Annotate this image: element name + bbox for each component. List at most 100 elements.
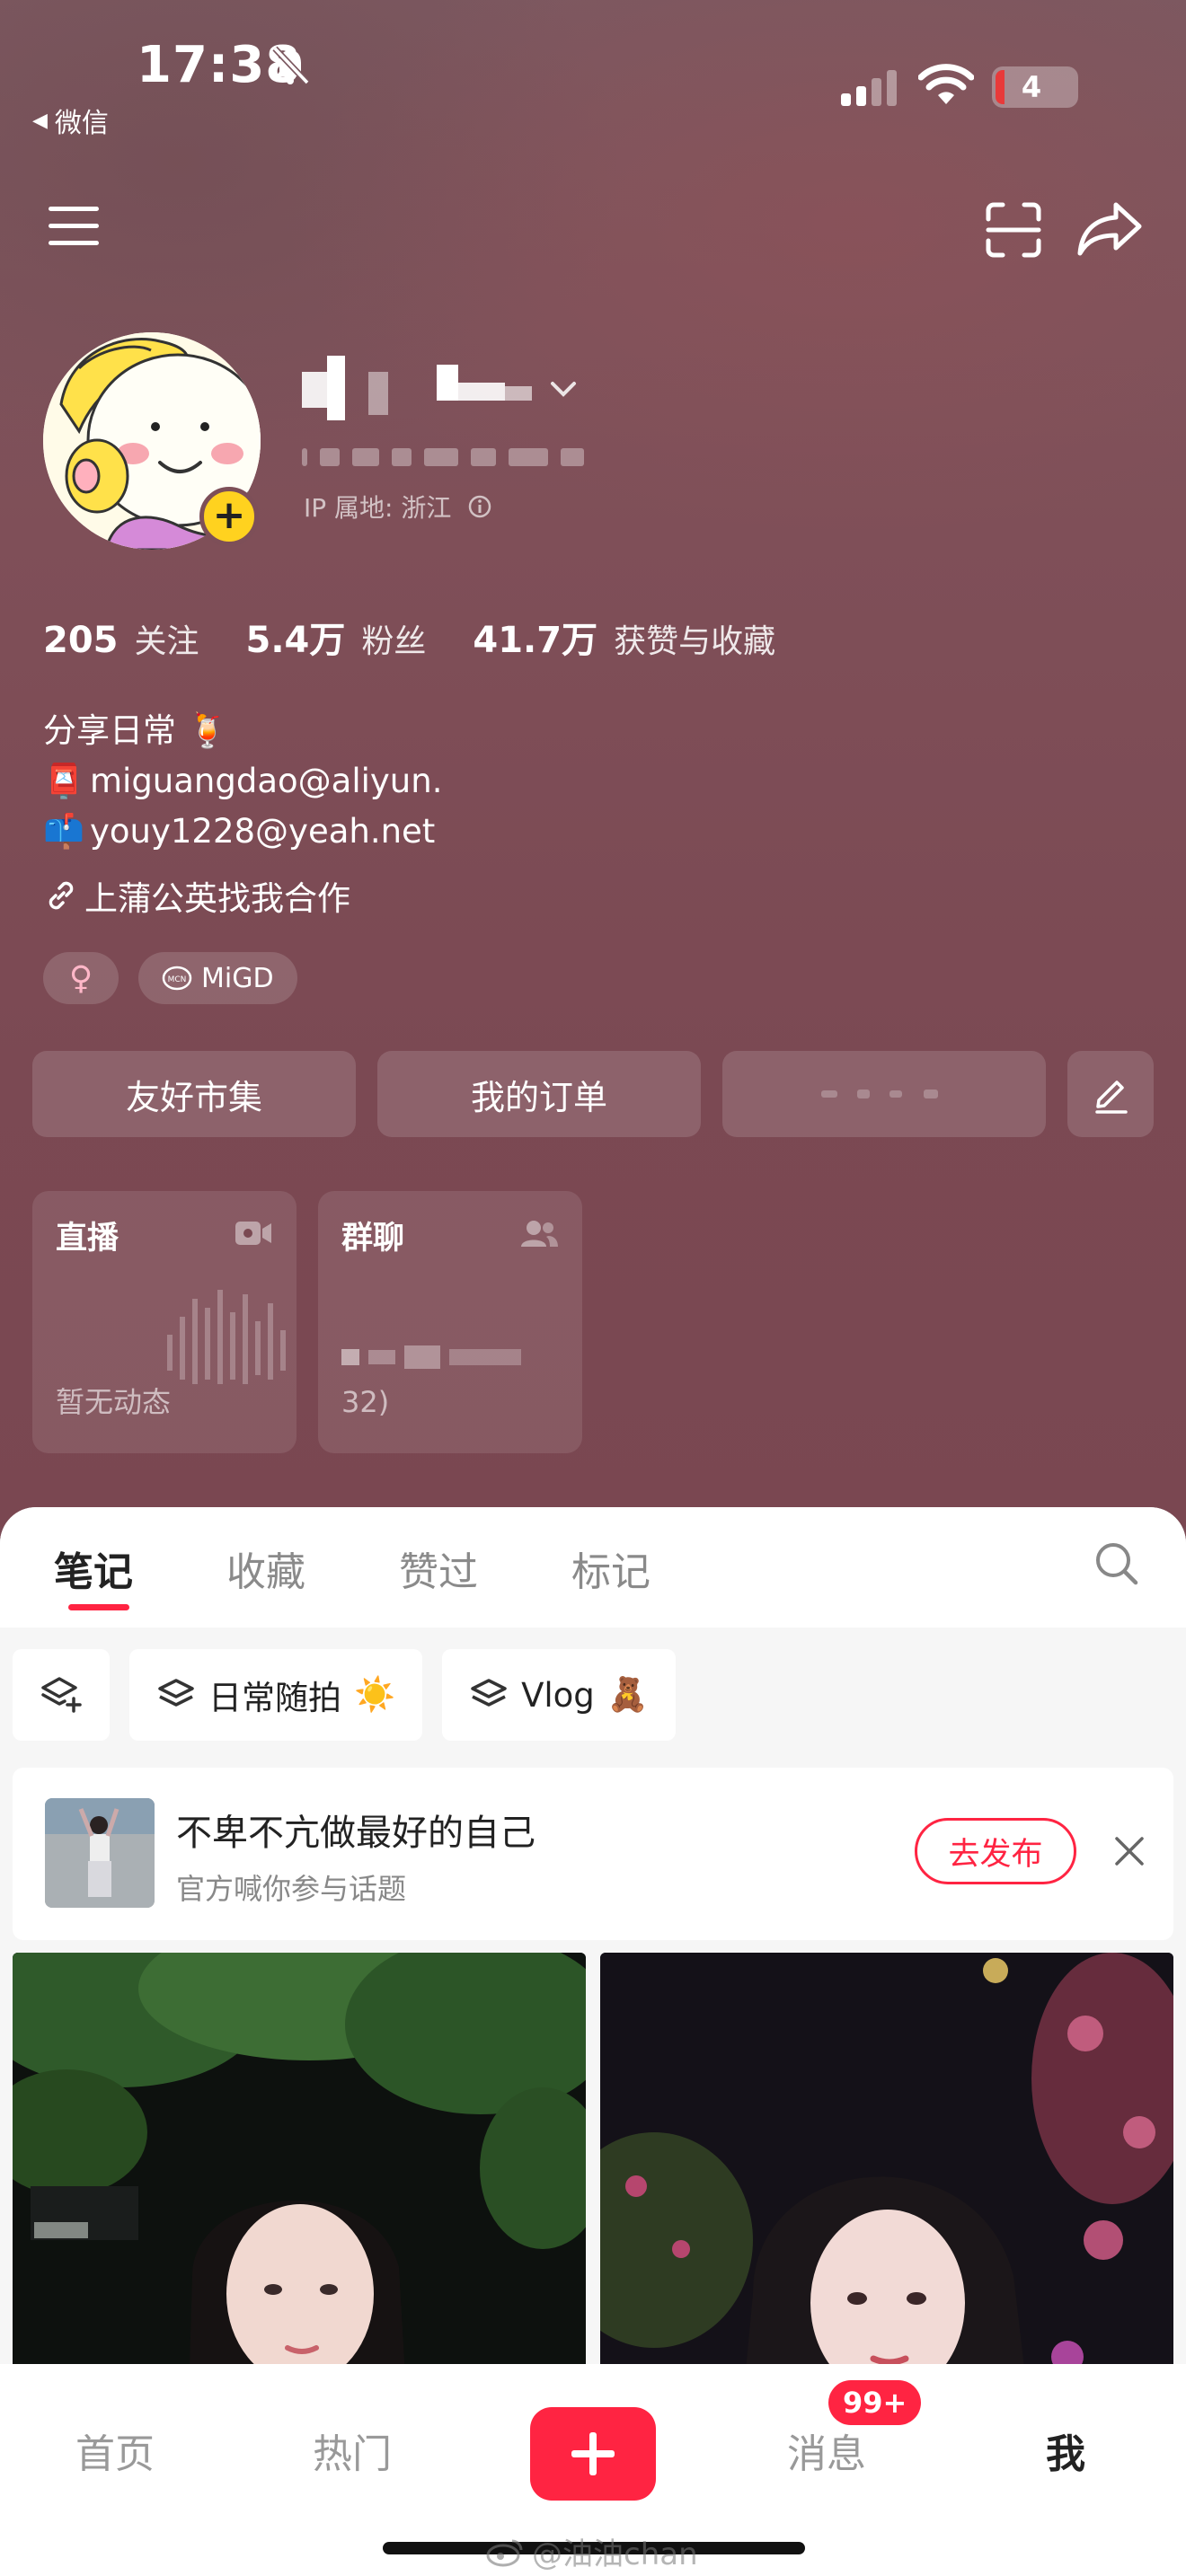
topic-subtitle: 官方喊你参与话题	[176, 1872, 407, 1906]
live-card-title: 直播	[56, 1221, 119, 1257]
profile-stats: 205 关注 5.4万 粉丝 41.7万 获赞与收藏	[43, 611, 775, 663]
nickname-blurred[interactable]	[302, 352, 589, 424]
profile-header-background: 17:38 ◀ 微信 4 + IP 属地: 浙江 205 关注 5.4万 粉丝 …	[0, 0, 1186, 1527]
share-icon[interactable]	[1076, 199, 1143, 259]
mcn-tag[interactable]: MCN MiGD	[138, 952, 297, 1004]
group-preview-blurred	[341, 1335, 521, 1380]
stat-following[interactable]: 205 关注	[43, 615, 199, 662]
nav-home[interactable]: 首页	[75, 2422, 155, 2479]
scan-icon[interactable]	[985, 201, 1042, 259]
bio: 分享日常 🍹 📮 miguangdao@aliyun. 📫 youy1228@y…	[43, 706, 442, 857]
tab-notes[interactable]: 笔记	[54, 1539, 133, 1597]
stat-following-label: 关注	[134, 623, 199, 660]
info-icon[interactable]	[467, 494, 492, 519]
back-to-wechat[interactable]: ◀ 微信	[32, 101, 109, 140]
tab-marked[interactable]: 标记	[571, 1539, 651, 1597]
topic-thumbnail	[45, 1798, 155, 1908]
blurred-action-button[interactable]	[722, 1051, 1046, 1137]
search-icon[interactable]	[1093, 1539, 1139, 1586]
link-icon	[49, 881, 74, 910]
mcn-icon: MCN	[162, 966, 192, 991]
back-arrow-icon: ◀	[32, 109, 48, 132]
collab-link[interactable]: 上蒲公英找我合作	[43, 871, 350, 920]
blurred-label	[821, 1090, 938, 1098]
bio-email-1: miguangdao@aliyun.	[90, 762, 443, 800]
sun-emoji-icon: ☀️	[354, 1675, 396, 1714]
ip-location: IP 属地: 浙江	[304, 489, 492, 525]
battery-percentage: 4	[1021, 70, 1042, 104]
edit-profile-button[interactable]	[1067, 1051, 1154, 1137]
cellular-signal-icon	[841, 70, 897, 106]
add-avatar-button[interactable]: +	[199, 487, 259, 546]
tab-liked[interactable]: 赞过	[399, 1539, 478, 1597]
tab-favorites[interactable]: 收藏	[226, 1539, 305, 1597]
bio-line: 📮 miguangdao@aliyun.	[43, 756, 442, 807]
bio-line-text: 分享日常	[43, 711, 176, 750]
live-card[interactable]: 直播 暂无动态	[32, 1191, 296, 1453]
back-app-label: 微信	[54, 108, 109, 139]
stat-followers[interactable]: 5.4万 粉丝	[246, 611, 427, 663]
group-preview-line2: 32)	[341, 1385, 390, 1419]
collection-chip-label: Vlog	[521, 1675, 595, 1715]
weibo-watermark: @油油chan	[485, 2529, 698, 2573]
bell-mute-icon	[272, 46, 310, 85]
orders-button[interactable]: 我的订单	[377, 1051, 701, 1137]
mailbox-emoji-icon: 📫	[43, 812, 85, 851]
chevron-down-icon[interactable]	[550, 379, 577, 399]
topic-promo-card[interactable]: 不卑不亢做最好的自己 官方喊你参与话题 去发布	[13, 1768, 1173, 1940]
collection-chip-label: 日常随拍	[208, 1679, 341, 1717]
layers-icon	[158, 1679, 194, 1707]
svg-text:MCN: MCN	[168, 975, 187, 984]
topic-thumbnail-figure	[45, 1798, 155, 1908]
ip-location-text: IP 属地: 浙江	[304, 493, 452, 523]
bio-email-2: youy1228@yeah.net	[90, 812, 436, 851]
pencil-icon	[1095, 1081, 1128, 1114]
menu-icon[interactable]	[47, 203, 101, 250]
plus-icon	[571, 2432, 615, 2475]
live-status: 暂无动态	[56, 1385, 172, 1419]
drink-emoji-icon: 🍹	[187, 711, 229, 750]
nav-me[interactable]: 我	[1046, 2422, 1085, 2479]
collection-filters: 日常随拍 ☀️ Vlog 🧸	[13, 1649, 676, 1741]
video-camera-icon	[235, 1222, 271, 1245]
messages-badge: 99+	[828, 2380, 922, 2425]
nav-hot[interactable]: 热门	[313, 2422, 392, 2479]
group-preview: 32)	[341, 1335, 521, 1425]
layers-icon	[471, 1679, 507, 1707]
active-tab-indicator	[68, 1604, 129, 1610]
stat-following-count: 205	[43, 620, 119, 661]
stat-followers-count: 5.4万	[245, 620, 346, 661]
bio-line: 📫 youy1228@yeah.net	[43, 807, 442, 857]
close-icon[interactable]	[1114, 1836, 1145, 1866]
watermark-text: @油油chan	[532, 2536, 698, 2572]
user-id-blurred	[302, 447, 634, 478]
bio-line: 分享日常 🍹	[43, 706, 442, 756]
stat-likes-label: 获赞与收藏	[614, 623, 776, 660]
teddy-bear-emoji-icon: 🧸	[606, 1675, 649, 1714]
mcn-tag-label: MiGD	[201, 962, 274, 994]
stat-followers-label: 粉丝	[361, 623, 427, 660]
group-card-title: 群聊	[341, 1221, 405, 1257]
publish-button[interactable]: 去发布	[915, 1818, 1076, 1884]
collection-chip-vlog[interactable]: Vlog 🧸	[442, 1649, 676, 1741]
create-post-button[interactable]	[530, 2407, 656, 2501]
add-layers-icon	[41, 1677, 82, 1713]
live-waveform-decor	[167, 1290, 286, 1384]
wifi-icon	[918, 64, 974, 104]
add-collection-button[interactable]	[13, 1649, 110, 1741]
action-row: 友好市集 我的订单	[32, 1051, 1154, 1137]
collection-chip-daily[interactable]: 日常随拍 ☀️	[129, 1649, 423, 1741]
stat-likes[interactable]: 41.7万 获赞与收藏	[473, 611, 775, 663]
postbox-emoji-icon: 📮	[43, 762, 85, 800]
content-tabs: 笔记 收藏 赞过 标记	[0, 1507, 1186, 1628]
nav-messages[interactable]: 消息	[787, 2422, 866, 2479]
weibo-logo-icon	[486, 2539, 523, 2566]
collab-link-text: 上蒲公英找我合作	[84, 879, 350, 918]
market-button[interactable]: 友好市集	[32, 1051, 356, 1137]
battery-indicator: 4	[992, 66, 1078, 108]
group-chat-card[interactable]: 群聊 32)	[318, 1191, 582, 1453]
profile-tags: ♀ MCN MiGD	[43, 952, 297, 1004]
stat-likes-count: 41.7万	[473, 620, 598, 661]
gender-tag: ♀	[43, 952, 119, 1004]
group-users-icon	[521, 1221, 558, 1247]
